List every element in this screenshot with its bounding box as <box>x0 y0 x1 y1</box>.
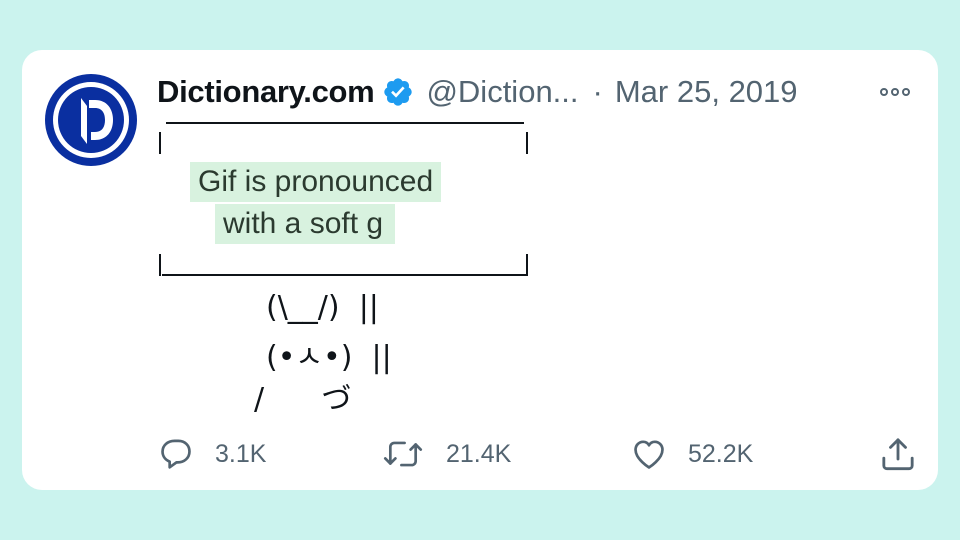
verified-badge-icon <box>382 76 414 108</box>
like-button[interactable]: 52.2K <box>630 434 753 474</box>
share-button[interactable] <box>878 434 918 474</box>
separator-dot: · <box>592 74 603 109</box>
retweet-count: 21.4K <box>446 439 512 468</box>
avatar[interactable] <box>45 74 137 166</box>
reply-count: 3.1K <box>215 439 267 468</box>
bunny-line-2: (•ㅅ•) || <box>266 340 392 375</box>
sign-text-line1: Gif is pronounced <box>190 162 442 202</box>
sign-top-border <box>166 122 524 124</box>
user-handle[interactable]: @Diction... <box>426 74 578 110</box>
tweet-header: Dictionary.com @Diction... · Mar 25, 201… <box>157 72 798 112</box>
sign-right-bar-top <box>526 132 528 154</box>
sign-bottom-border <box>162 274 526 276</box>
reply-button[interactable]: 3.1K <box>157 434 266 474</box>
sign-right-bar-bottom <box>526 254 528 276</box>
sign-text-line2: with a soft g <box>215 204 396 244</box>
share-icon <box>878 434 918 474</box>
like-count: 52.2K <box>688 439 754 468</box>
bunny-line-1: (\__/) || <box>266 290 379 325</box>
heart-icon <box>630 435 668 473</box>
retweet-icon <box>382 435 424 473</box>
more-options-icon[interactable] <box>880 82 920 102</box>
retweet-button[interactable]: 21.4K <box>382 434 511 474</box>
tweet-date[interactable]: Mar 25, 2019 <box>615 74 798 110</box>
reply-icon <box>157 435 195 473</box>
sign-left-bar-top <box>159 132 161 154</box>
display-name[interactable]: Dictionary.com <box>157 74 375 110</box>
dictionary-logo-icon <box>45 74 137 166</box>
ascii-art: Gif is pronounced with a soft g (\__/) |… <box>156 118 536 418</box>
sign-left-bar-bottom <box>159 254 161 276</box>
bunny-line-3: / づ <box>254 382 352 417</box>
